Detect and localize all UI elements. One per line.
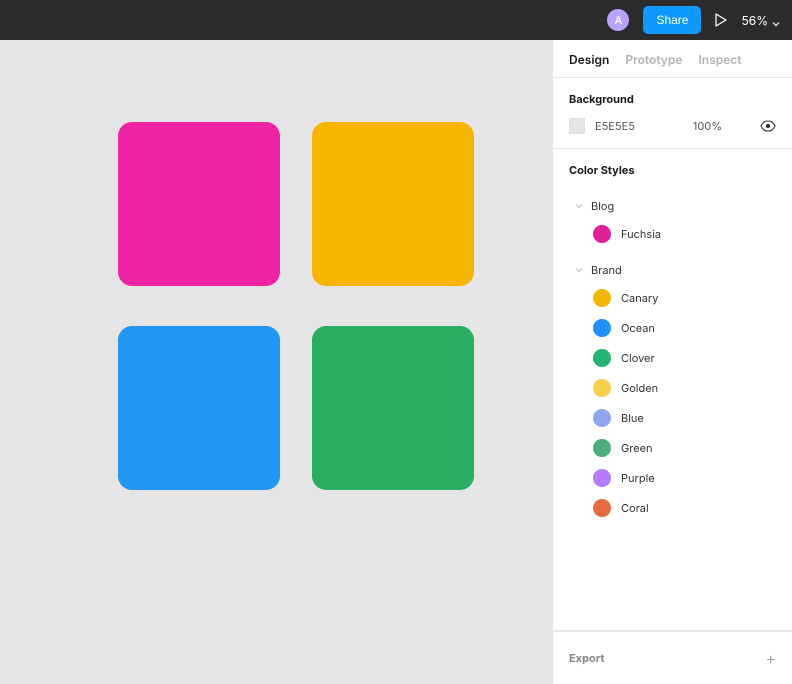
- style-group-label: Brand: [591, 263, 622, 277]
- background-opacity[interactable]: 100%: [693, 119, 722, 133]
- background-swatch[interactable]: [569, 118, 585, 134]
- color-style-row[interactable]: Coral: [569, 493, 776, 523]
- tab-inspect[interactable]: Inspect: [698, 52, 741, 67]
- color-style-label: Fuchsia: [621, 227, 661, 241]
- color-style-row[interactable]: Golden: [569, 373, 776, 403]
- topbar: A Share 56%: [0, 0, 792, 40]
- workspace: Design Prototype Inspect Background E5E5…: [0, 40, 792, 684]
- background-title: Background: [569, 92, 776, 106]
- color-swatch: [593, 469, 611, 487]
- inspector-panel: Design Prototype Inspect Background E5E5…: [552, 40, 792, 684]
- tab-design[interactable]: Design: [569, 52, 609, 67]
- canvas-shape[interactable]: [118, 122, 280, 286]
- color-style-label: Clover: [621, 351, 655, 365]
- color-style-label: Coral: [621, 501, 649, 515]
- color-style-label: Ocean: [621, 321, 655, 335]
- color-styles-section: Color Styles Blog Fuchsia Brand Canary Ocean…: [553, 149, 792, 631]
- play-icon[interactable]: [715, 13, 727, 27]
- background-row[interactable]: E5E5E5 100%: [569, 118, 776, 134]
- chevron-down-icon: [772, 16, 780, 24]
- share-button[interactable]: Share: [643, 6, 701, 34]
- color-swatch: [593, 379, 611, 397]
- style-group-header[interactable]: Brand: [569, 257, 776, 283]
- canvas-shape[interactable]: [312, 326, 474, 490]
- caret-down-icon: [575, 266, 583, 274]
- zoom-label: 56%: [741, 13, 768, 28]
- color-swatch: [593, 499, 611, 517]
- color-style-row[interactable]: Blue: [569, 403, 776, 433]
- style-group-label: Blog: [591, 199, 614, 213]
- color-swatch: [593, 225, 611, 243]
- color-style-row[interactable]: Fuchsia: [569, 219, 776, 249]
- panel-tabs: Design Prototype Inspect: [553, 40, 792, 78]
- color-style-label: Canary: [621, 291, 658, 305]
- color-style-row[interactable]: Ocean: [569, 313, 776, 343]
- background-hex[interactable]: E5E5E5: [595, 119, 635, 133]
- color-swatch: [593, 319, 611, 337]
- color-style-label: Green: [621, 441, 653, 455]
- tab-prototype[interactable]: Prototype: [625, 52, 682, 67]
- color-style-label: Purple: [621, 471, 655, 485]
- color-styles-title: Color Styles: [569, 163, 776, 177]
- color-style-row[interactable]: Green: [569, 433, 776, 463]
- canvas-shape[interactable]: [118, 326, 280, 490]
- caret-down-icon: [575, 202, 583, 210]
- color-style-row[interactable]: Clover: [569, 343, 776, 373]
- color-swatch: [593, 289, 611, 307]
- color-style-label: Blue: [621, 411, 644, 425]
- background-section: Background E5E5E5 100%: [553, 78, 792, 149]
- canvas-shape[interactable]: [312, 122, 474, 286]
- color-style-row[interactable]: Canary: [569, 283, 776, 313]
- color-swatch: [593, 439, 611, 457]
- color-swatch: [593, 349, 611, 367]
- style-group: Blog Fuchsia: [569, 189, 776, 253]
- export-title: Export: [569, 651, 604, 665]
- style-group-header[interactable]: Blog: [569, 193, 776, 219]
- zoom-control[interactable]: 56%: [741, 13, 780, 28]
- avatar[interactable]: A: [607, 9, 629, 31]
- add-export-button[interactable]: +: [766, 650, 776, 666]
- style-group: Brand Canary Ocean Clover Golden Blue Green Pur…: [569, 253, 776, 527]
- color-swatch: [593, 409, 611, 427]
- eye-icon[interactable]: [760, 118, 776, 134]
- canvas[interactable]: [0, 40, 552, 684]
- export-section: Export +: [553, 631, 792, 684]
- color-style-row[interactable]: Purple: [569, 463, 776, 493]
- color-style-label: Golden: [621, 381, 658, 395]
